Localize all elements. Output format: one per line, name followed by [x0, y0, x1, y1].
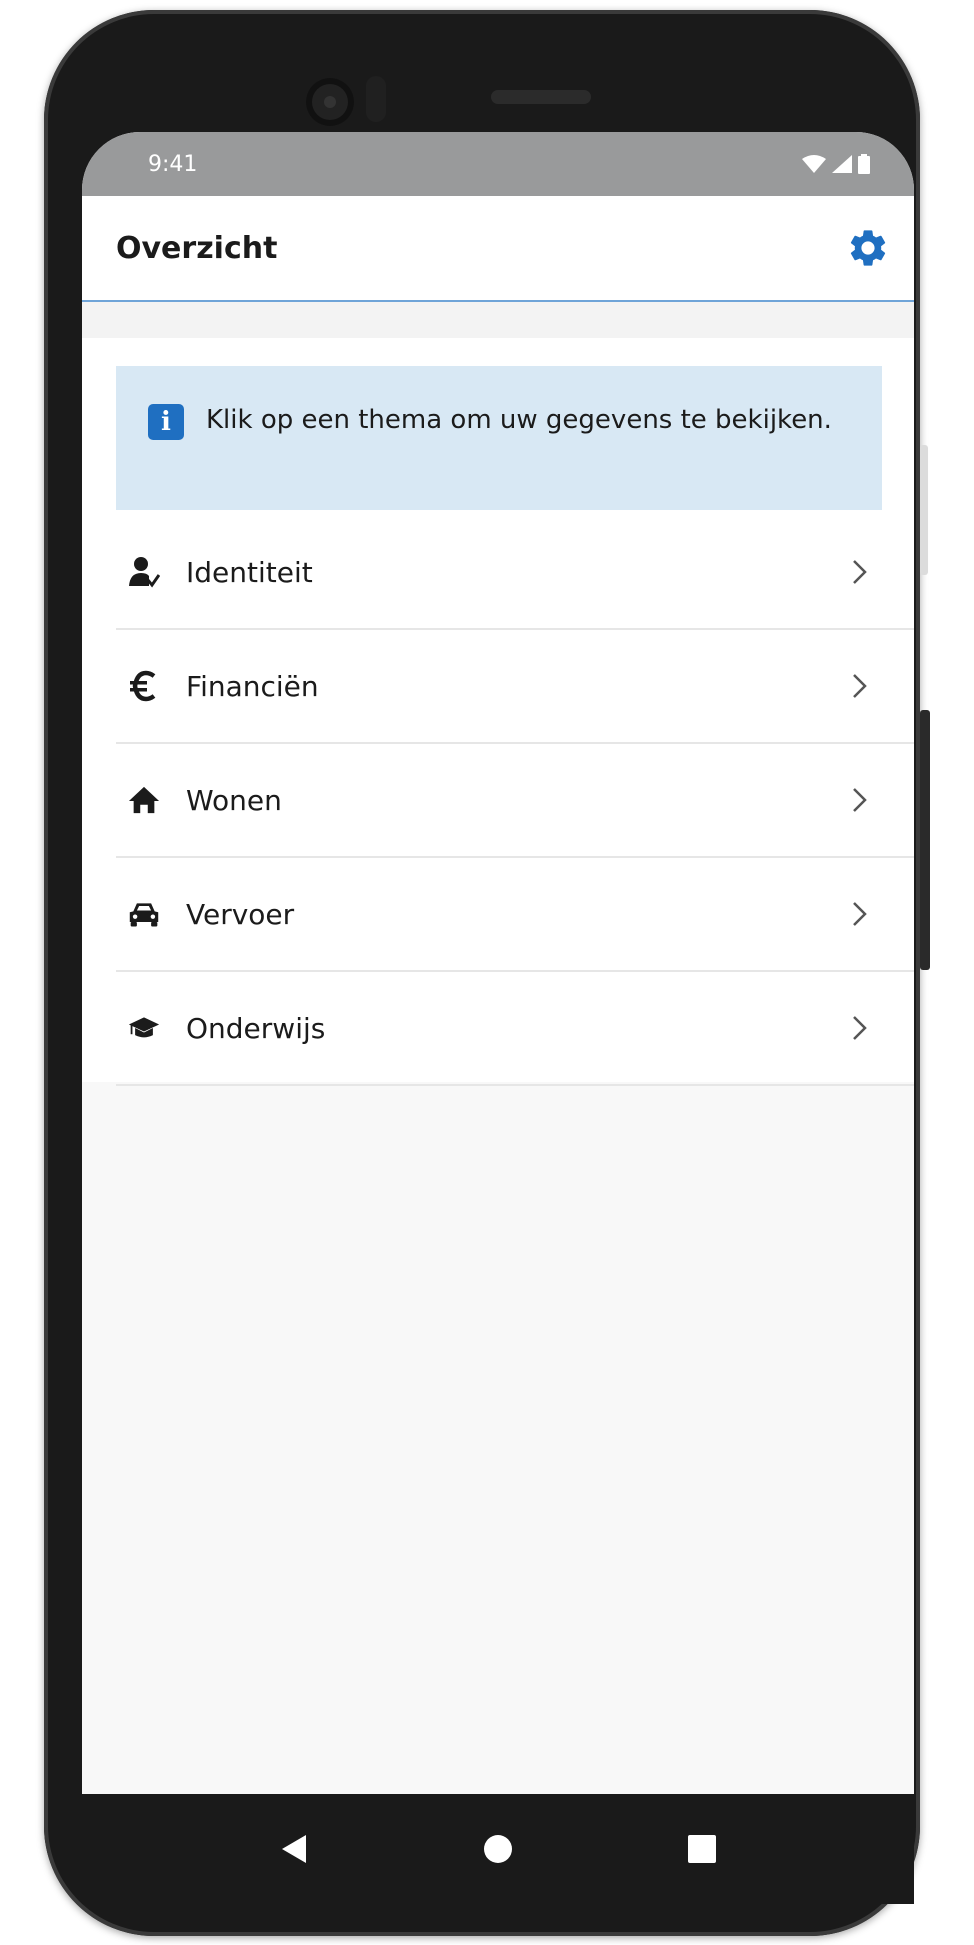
chevron-right-icon — [853, 902, 867, 926]
menu-item-label: Vervoer — [186, 897, 295, 931]
earpiece-speaker — [491, 90, 591, 104]
status-icons — [802, 154, 870, 174]
chevron-right-icon — [853, 1016, 867, 1040]
signal-icon — [832, 155, 852, 173]
wifi-icon — [802, 155, 826, 173]
proximity-sensor — [366, 76, 386, 122]
home-button[interactable] — [478, 1829, 518, 1869]
info-banner: i Klik op een thema om uw gegevens te be… — [116, 366, 882, 510]
page-title: Overzicht — [116, 230, 278, 266]
volume-button — [920, 445, 928, 575]
back-triangle-icon — [282, 1835, 306, 1863]
recents-button[interactable] — [682, 1829, 722, 1869]
back-button[interactable] — [274, 1829, 314, 1869]
menu-item-vervoer[interactable]: Vervoer — [116, 858, 914, 972]
chevron-right-icon — [853, 788, 867, 812]
euro-icon — [128, 670, 160, 702]
power-button — [920, 710, 930, 970]
menu-item-label: Wonen — [186, 783, 282, 817]
menu-item-label: Onderwijs — [186, 1011, 326, 1045]
app-bar: Overzicht — [82, 196, 914, 302]
info-icon: i — [148, 404, 184, 440]
info-banner-text: Klik op een thema om uw gegevens te beki… — [206, 405, 832, 435]
gear-icon — [850, 230, 886, 266]
recents-square-icon — [688, 1835, 716, 1863]
status-time: 9:41 — [148, 151, 198, 177]
menu-item-label: Financiën — [186, 669, 319, 703]
menu-item-onderwijs[interactable]: Onderwijs — [116, 972, 914, 1086]
status-bar: 9:41 — [82, 132, 914, 196]
theme-list: Identiteit Financiën Wonen Vervoer Onder… — [82, 516, 914, 1086]
car-icon — [128, 898, 160, 930]
graduation-cap-icon — [128, 1012, 160, 1044]
main-content: i Klik op een thema om uw gegevens te be… — [82, 338, 914, 1086]
menu-item-wonen[interactable]: Wonen — [116, 744, 914, 858]
home-circle-icon — [484, 1835, 512, 1863]
chevron-right-icon — [853, 560, 867, 584]
menu-item-financien[interactable]: Financiën — [116, 630, 914, 744]
person-check-icon — [128, 556, 160, 588]
front-camera — [306, 78, 354, 126]
home-icon — [128, 784, 160, 816]
menu-item-label: Identiteit — [186, 555, 313, 589]
system-navigation-bar — [82, 1794, 914, 1904]
menu-item-identiteit[interactable]: Identiteit — [116, 516, 914, 630]
header-spacer — [82, 302, 914, 338]
screen: 9:41 Overzicht i Klik op een thema om uw — [82, 132, 914, 1794]
battery-icon — [858, 154, 870, 174]
chevron-right-icon — [853, 674, 867, 698]
settings-button[interactable] — [844, 224, 892, 272]
